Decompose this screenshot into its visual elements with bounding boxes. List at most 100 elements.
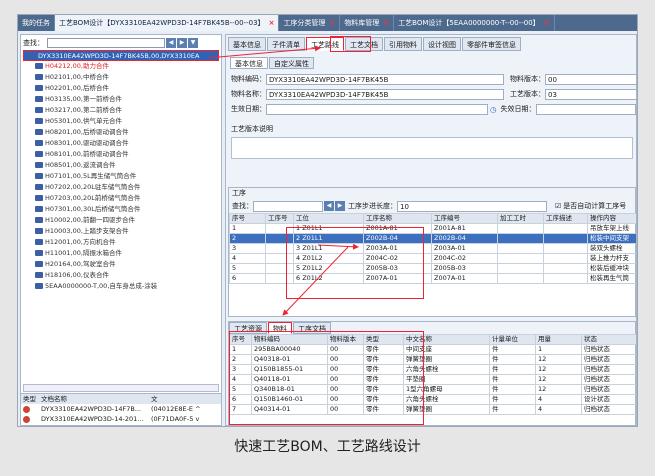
material-code-field[interactable]: DYX3310EA42WPD3D-14F7BK45B — [266, 73, 504, 85]
mat-cell: 1型六角螺母 — [403, 384, 490, 395]
proc-col-header[interactable]: 工序号 — [265, 213, 294, 224]
table-row[interactable]: 3 Q150B1855-01 00 零件 六角头螺栓件 12 归档状态 — [229, 364, 636, 375]
main-tab[interactable]: 工艺BOM设计【DYX3310EA42WPD3D-14F7BK45B--00--… — [55, 15, 280, 31]
col-doc: 文 — [151, 395, 158, 403]
detail-tab[interactable]: 设计视图 — [423, 37, 461, 51]
proc-col-header[interactable]: 工序编号 — [431, 213, 498, 224]
close-icon[interactable]: × — [383, 15, 389, 31]
tree-node[interactable]: H07301,00,30L后桥储气筒合件 — [23, 204, 219, 215]
proc-cell: Z003A-01 — [431, 243, 498, 254]
tree-node[interactable]: DYX3310EA42WPD3D-14F7BK45B,00,DYX3310EA — [23, 50, 219, 61]
mat-col-header[interactable]: 中文名称 — [403, 334, 490, 345]
table-row[interactable]: 4 Q40118-01 00 零件 平垫圈件 12 归档状态 — [229, 374, 636, 385]
detail-tab[interactable]: 工艺文档 — [345, 37, 383, 51]
table-row[interactable]: 2 Q40318-01 00 零件 弹簧垫圈件 12 归档状态 — [229, 354, 636, 365]
doc-row[interactable]: DYX3310EA42WPD3D-14-201... (0F71DA0F-5 v — [21, 414, 221, 424]
desc-field[interactable] — [231, 137, 633, 159]
next-icon[interactable]: ▶ — [177, 37, 187, 48]
detail-tab[interactable]: 基本信息 — [228, 37, 266, 51]
proc-col-header[interactable]: 工位 — [293, 213, 364, 224]
detail-tab[interactable]: 子件清单 — [267, 37, 305, 51]
tree-scrollbar[interactable] — [23, 384, 219, 392]
mat-col-header[interactable]: 类型 — [363, 334, 404, 345]
prev-icon[interactable]: ◀ — [166, 37, 176, 48]
table-row[interactable]: 44 Z01L2 Z004C-02 Z004C-02 装上推力杆支 — [229, 253, 636, 264]
expiry-date-field[interactable] — [535, 103, 636, 115]
close-icon[interactable]: × — [269, 15, 275, 31]
tree-node[interactable]: H10002,00,前翻一四驱步合件 — [23, 215, 219, 226]
tree-node[interactable]: H12001,00,方向机合件 — [23, 237, 219, 248]
next-icon[interactable]: ▶ — [335, 201, 345, 211]
mat-col-header[interactable]: 计量单位 — [489, 334, 536, 345]
mat-col-header[interactable]: 物料版本 — [327, 334, 364, 345]
tree-node[interactable]: H07203,00,20L前桥储气筒合件 — [23, 193, 219, 204]
process-version-field[interactable]: 03 — [545, 88, 636, 100]
step-length-field[interactable]: 10 — [397, 200, 547, 212]
main-tab[interactable]: 工艺BOM设计【5EAA0000000-T--00--00】 × — [394, 15, 555, 31]
material-tab[interactable]: 工序文档 — [293, 322, 331, 334]
prev-icon[interactable]: ◀ — [324, 201, 334, 211]
tree-node-label: H07101,00,5L再生储气筒合件 — [45, 172, 137, 180]
detail-tab[interactable]: 零部件审签信息 — [462, 37, 521, 51]
table-row[interactable]: 1 295BBA00040 00 零件 中间支座件 1 归档状态 — [229, 344, 636, 355]
tree-node[interactable]: 5EAA0000000-T,00,自车身总成-涂装 — [23, 281, 219, 292]
tree-node[interactable]: H08501,00,返流调合件 — [23, 160, 219, 171]
tree-node[interactable]: H03217,00,第二前桥合件 — [23, 105, 219, 116]
material-name-field[interactable]: DYX3310EA42WPD3D-14F7BK45B — [266, 88, 504, 100]
close-icon[interactable]: × — [329, 15, 335, 31]
table-row[interactable]: 6 Q150B1460-01 00 零件 六角头螺栓件 4 设计状态 — [229, 394, 636, 405]
tree-node[interactable]: H03135,00,第一前桥合件 — [23, 94, 219, 105]
close-icon[interactable]: × — [544, 15, 550, 31]
table-row[interactable]: 7 Q40314-01 00 零件 弹簧垫圈件 4 归档状态 — [229, 404, 636, 415]
tree-node[interactable]: H04212,00,助力合件 — [23, 61, 219, 72]
table-row[interactable]: 11 Z01L1 Z001A-81 Z001A-81 吊放车架上线 — [229, 223, 636, 234]
tree-node[interactable]: H10003,00,上踏步支架合件 — [23, 226, 219, 237]
tree-node[interactable]: H08301,00,驱动驱动调合件 — [23, 138, 219, 149]
table-row[interactable]: 33 Z01L1 Z003A-01 Z003A-01 装双头螺栓 — [229, 243, 636, 254]
tree-node[interactable]: H07101,00,5L再生储气筒合件 — [23, 171, 219, 182]
doc-row[interactable]: DYX3310EA42WPD3D-14F7B... (04012E8E-E ^ — [21, 404, 221, 414]
material-tab[interactable]: 物料 — [268, 322, 292, 334]
auto-calc-checkbox[interactable]: ☑ — [555, 202, 561, 210]
proc-cell: 5 — [229, 263, 266, 274]
tree-node[interactable]: H20164,00,驾驶室合件 — [23, 259, 219, 270]
proc-col-header[interactable]: 操作内容 — [587, 213, 636, 224]
mat-col-header[interactable]: 物料编码 — [251, 334, 328, 345]
detail-tab[interactable]: 工艺路线 — [306, 37, 344, 51]
proc-col-header[interactable]: 工序名称 — [363, 213, 432, 224]
table-row[interactable]: 66 Z01L2 Z007A-01 Z007A-01 松装再生气筒 — [229, 273, 636, 284]
tree-node[interactable]: H05301,00,供气单元合件 — [23, 116, 219, 127]
tree-node[interactable]: H07202,00,20L驻车储气筒合件 — [23, 182, 219, 193]
clock-icon[interactable]: ◷ — [490, 105, 497, 114]
tab-basic-info[interactable]: 基本信息 — [230, 57, 268, 69]
tab-custom-attr[interactable]: 自定义属性 — [269, 57, 314, 69]
effective-date-field[interactable] — [266, 103, 488, 115]
table-row[interactable]: 22 Z01L1 Z002B-04 Z002B-04 松装中间支架 — [229, 233, 636, 244]
mat-cell: 12 — [535, 354, 582, 365]
tree-node[interactable]: H08201,00,后桥驱动调合件 — [23, 127, 219, 138]
table-row[interactable]: 55 Z01L2 Z005B-03 Z005B-03 松装后缓冲块 — [229, 263, 636, 274]
proc-col-header[interactable]: 加工工时 — [497, 213, 544, 224]
part-icon — [35, 250, 43, 256]
tree-node[interactable]: H11001,00,隔振水箱合件 — [23, 248, 219, 259]
table-row[interactable]: 5 Q340B18-01 00 零件 1型六角螺母件 12 归档状态 — [229, 384, 636, 395]
main-tab[interactable]: 物料库管理 × — [340, 15, 395, 31]
mat-col-header[interactable]: 序号 — [229, 334, 252, 345]
mat-cell: 00 — [327, 354, 364, 365]
proc-col-header[interactable]: 序号 — [229, 213, 266, 224]
tree-node[interactable]: H08101,00,前桥驱动调合件 — [23, 149, 219, 160]
mat-col-header[interactable]: 状态 — [581, 334, 636, 345]
material-version-field[interactable]: 00 — [545, 73, 636, 85]
detail-tab[interactable]: 引用物料 — [384, 37, 422, 51]
tree-node[interactable]: H18106,00,仪表合件 — [23, 270, 219, 281]
mat-col-header[interactable]: 用量 — [535, 334, 582, 345]
material-tab[interactable]: 工艺资源 — [229, 322, 267, 334]
main-tab[interactable]: 工序分类管理 × — [279, 15, 341, 31]
tree-node[interactable]: H02101,00,中桥合件 — [23, 72, 219, 83]
tree-node[interactable]: H02201,00,后桥合件 — [23, 83, 219, 94]
search-input[interactable] — [47, 37, 165, 48]
proc-col-header[interactable]: 工序描述 — [543, 213, 588, 224]
proc-search-input[interactable] — [253, 200, 323, 212]
filter-icon[interactable]: ▼ — [188, 37, 198, 48]
main-tab[interactable]: 我的任务 — [18, 15, 55, 31]
